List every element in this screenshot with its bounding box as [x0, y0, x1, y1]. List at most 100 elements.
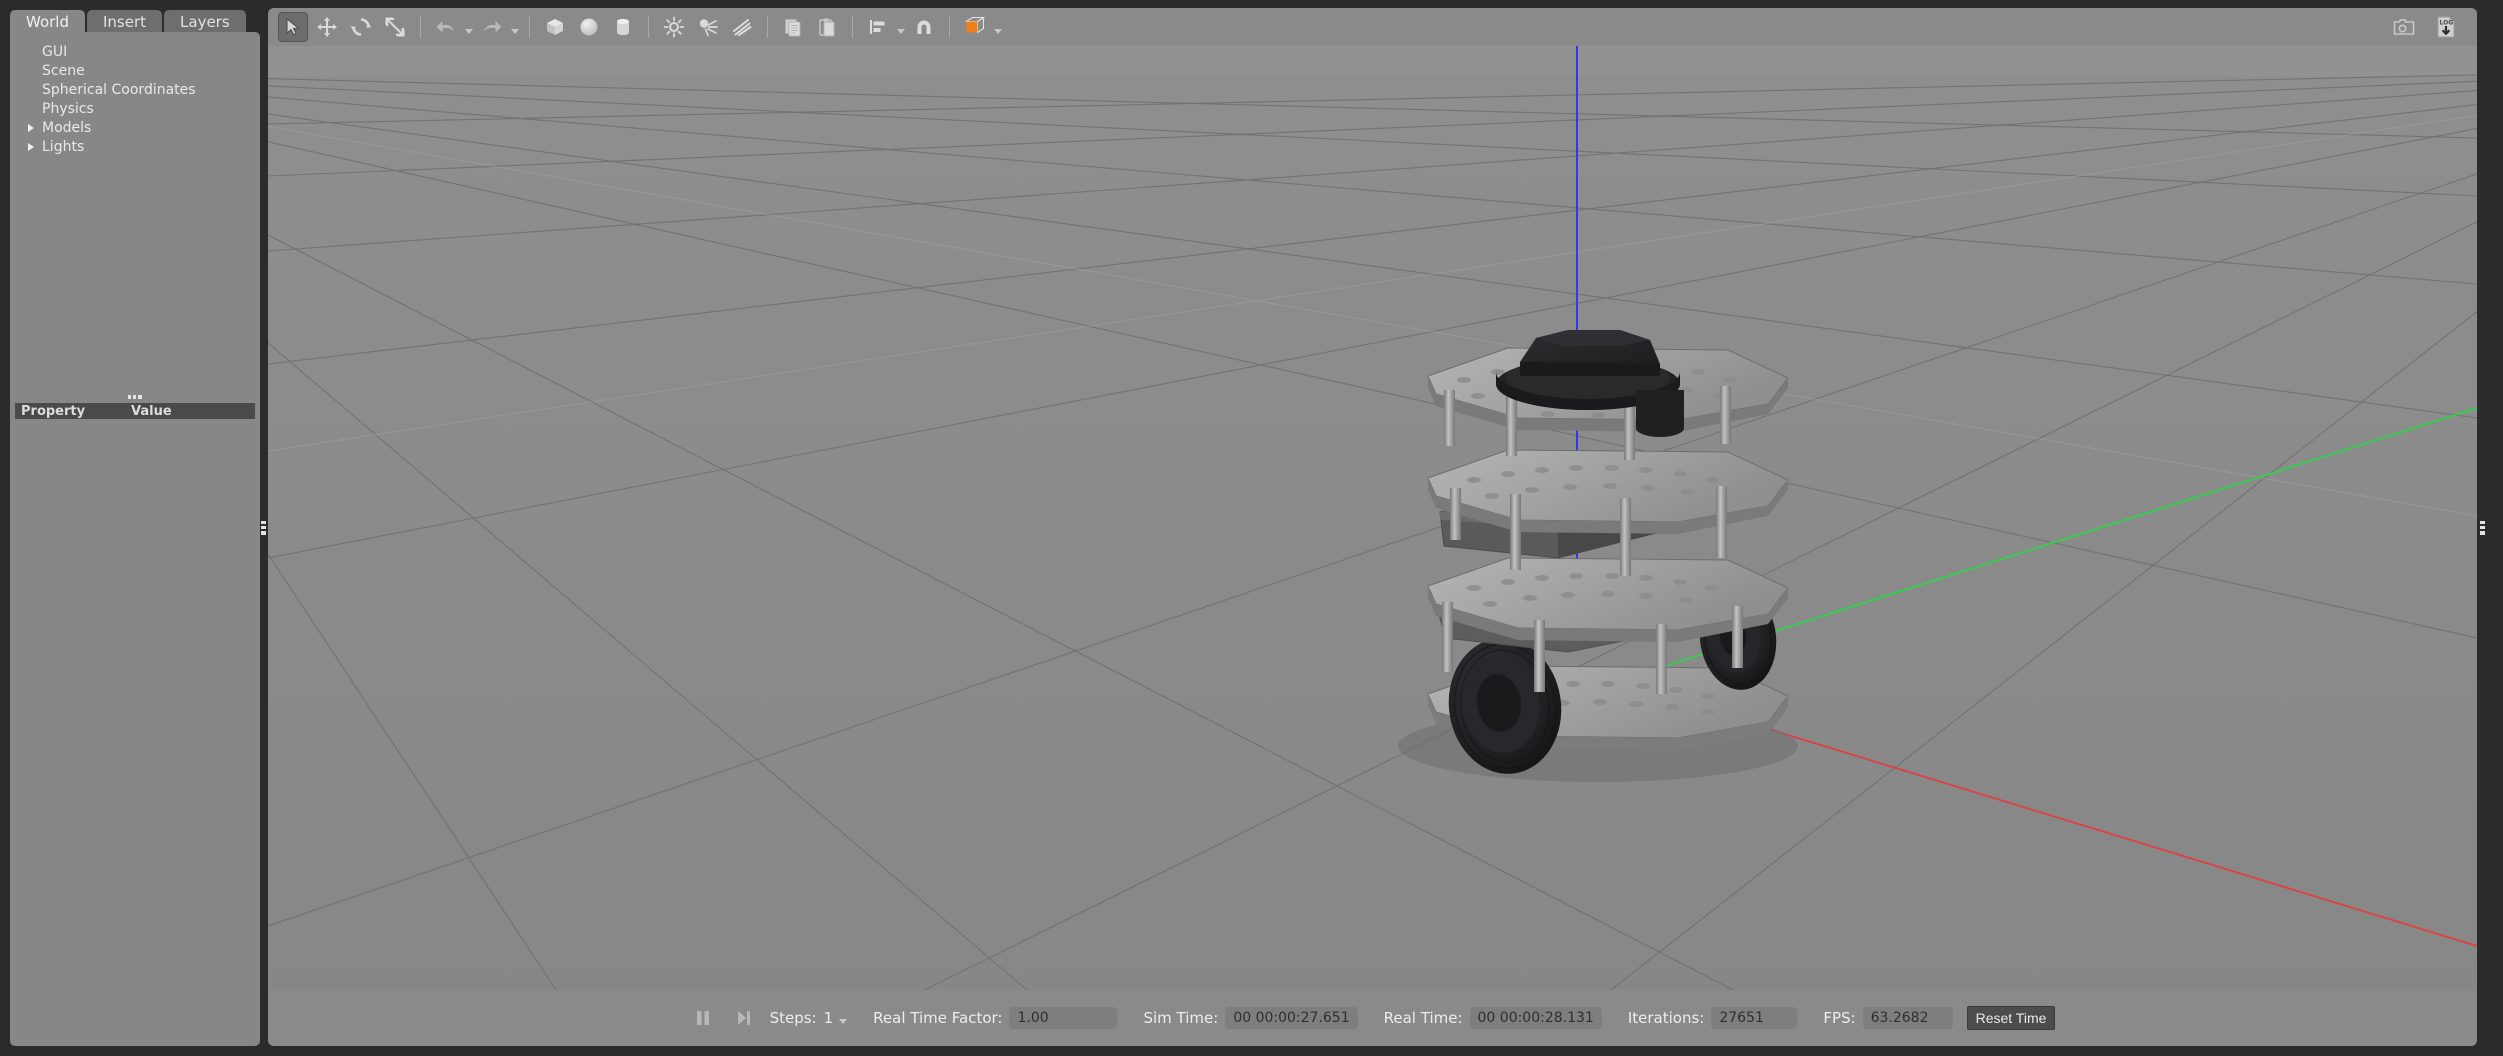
reset-time-button[interactable]: Reset Time	[1967, 1006, 2056, 1030]
panel-horizontal-splitter[interactable]	[10, 392, 260, 402]
tab-world-label: World	[26, 13, 69, 31]
plate-3	[1428, 450, 1788, 534]
copy-button[interactable]	[778, 12, 808, 42]
tab-insert[interactable]: Insert	[87, 10, 162, 34]
tree-item-label: Spherical Coordinates	[42, 82, 196, 98]
real-time-group: Real Time: 00 00:00:28.131	[1384, 1007, 1602, 1029]
insert-cylinder-button[interactable]	[608, 12, 638, 42]
svg-text:LOG: LOG	[2440, 20, 2454, 27]
tree-item-label: Models	[42, 120, 91, 136]
align-options-button[interactable]	[895, 14, 907, 40]
point-light-icon	[663, 16, 685, 38]
cursor-arrow-icon	[283, 17, 303, 37]
toolbar-separator	[852, 16, 853, 38]
insert-spot-light-button[interactable]	[693, 12, 723, 42]
box-icon	[544, 16, 566, 38]
insert-sphere-button[interactable]	[574, 12, 604, 42]
insert-directional-light-button[interactable]	[727, 12, 757, 42]
fps-group: FPS: 63.2682	[1823, 1007, 1952, 1029]
step-button[interactable]	[730, 1005, 756, 1031]
tab-insert-label: Insert	[103, 13, 146, 31]
tab-layers[interactable]: Layers	[164, 10, 246, 34]
wireframe-cube-icon	[963, 15, 987, 39]
move-arrows-icon	[316, 16, 338, 38]
bottom-status-bar: Steps: 1 Real Time Factor: 1.00 Sim Time…	[268, 990, 2477, 1046]
steps-value[interactable]: 1	[824, 1009, 834, 1027]
spot-light-icon	[697, 16, 719, 38]
paste-icon	[816, 16, 838, 38]
toolbar-right-group: LOG	[2387, 12, 2463, 42]
iterations-group: Iterations: 27651	[1628, 1007, 1798, 1029]
rotate-arrows-icon	[350, 16, 372, 38]
scale-arrows-icon	[384, 16, 406, 38]
snap-button[interactable]	[909, 12, 939, 42]
view-transparency-button[interactable]	[960, 12, 990, 42]
chevron-right-icon[interactable]	[24, 121, 38, 135]
toolbar-separator	[529, 16, 530, 38]
left-panel-tabbar: World Insert Layers	[10, 8, 260, 34]
undo-history-button[interactable]	[463, 14, 475, 40]
undo-button[interactable]	[431, 12, 461, 42]
expander-placeholder-icon	[24, 45, 38, 59]
robot-model[interactable]	[268, 46, 2477, 1008]
steps-dropdown-icon[interactable]	[839, 1019, 847, 1024]
tree-item-label: Physics	[42, 101, 94, 117]
tree-item-lights[interactable]: Lights	[24, 137, 260, 156]
select-mode-button[interactable]	[278, 12, 308, 42]
iterations-value: 27651	[1711, 1007, 1797, 1029]
value-column-header: Value	[131, 404, 172, 419]
camera-icon	[2392, 16, 2416, 38]
toolbar-separator	[767, 16, 768, 38]
rotate-mode-button[interactable]	[346, 12, 376, 42]
iterations-label: Iterations:	[1628, 1009, 1705, 1027]
splitter-grip-icon	[2480, 521, 2485, 535]
redo-button[interactable]	[477, 12, 507, 42]
world-tree: GUI Scene Spherical Coordinates Physics …	[10, 42, 260, 156]
tree-item-physics[interactable]: Physics	[24, 99, 260, 118]
right-panel-splitter[interactable]	[2477, 0, 2487, 1056]
screenshot-button[interactable]	[2389, 12, 2419, 42]
sim-time-label: Sim Time:	[1143, 1009, 1218, 1027]
gazebo-window: World Insert Layers GUI Scene	[0, 0, 2503, 1056]
left-panel: World Insert Layers GUI Scene	[10, 8, 260, 1046]
log-download-icon: LOG	[2434, 15, 2458, 39]
translate-mode-button[interactable]	[312, 12, 342, 42]
tree-item-scene[interactable]: Scene	[24, 61, 260, 80]
expander-placeholder-icon	[24, 64, 38, 78]
insert-box-button[interactable]	[540, 12, 570, 42]
world-tree-panel: GUI Scene Spherical Coordinates Physics …	[10, 32, 260, 1046]
splitter-grip-icon	[128, 395, 142, 399]
tree-item-spherical-coordinates[interactable]: Spherical Coordinates	[24, 80, 260, 99]
3d-viewport[interactable]	[268, 46, 2477, 1008]
chevron-right-icon[interactable]	[24, 140, 38, 154]
toolbar-separator	[648, 16, 649, 38]
scale-mode-button[interactable]	[380, 12, 410, 42]
redo-history-button[interactable]	[509, 14, 521, 40]
align-icon	[867, 16, 889, 38]
expander-placeholder-icon	[24, 83, 38, 97]
sphere-icon	[578, 16, 600, 38]
real-time-factor-group: Real Time Factor: 1.00	[873, 1007, 1117, 1029]
insert-point-light-button[interactable]	[659, 12, 689, 42]
toolbar-separator	[420, 16, 421, 38]
main-area: LOG	[268, 8, 2477, 1046]
property-table-header: Property Value	[15, 403, 255, 419]
step-forward-icon	[734, 1009, 752, 1027]
align-button[interactable]	[863, 12, 893, 42]
tree-item-gui[interactable]: GUI	[24, 42, 260, 61]
sim-time-value: 00 00:00:27.651	[1225, 1007, 1357, 1029]
tab-layers-label: Layers	[180, 13, 230, 31]
tab-world[interactable]: World	[10, 10, 85, 34]
fps-label: FPS:	[1823, 1009, 1855, 1027]
pause-button[interactable]	[690, 1005, 716, 1031]
left-panel-splitter[interactable]	[258, 0, 268, 1056]
paste-button[interactable]	[812, 12, 842, 42]
magnet-snap-icon	[913, 16, 935, 38]
tree-item-models[interactable]: Models	[24, 118, 260, 137]
property-column-header: Property	[15, 404, 131, 419]
steps-label: Steps:	[770, 1009, 817, 1027]
top-toolbar: LOG	[268, 8, 2477, 46]
view-options-button[interactable]	[992, 14, 1004, 40]
real-time-value: 00 00:00:28.131	[1470, 1007, 1602, 1029]
save-log-button[interactable]: LOG	[2431, 12, 2461, 42]
